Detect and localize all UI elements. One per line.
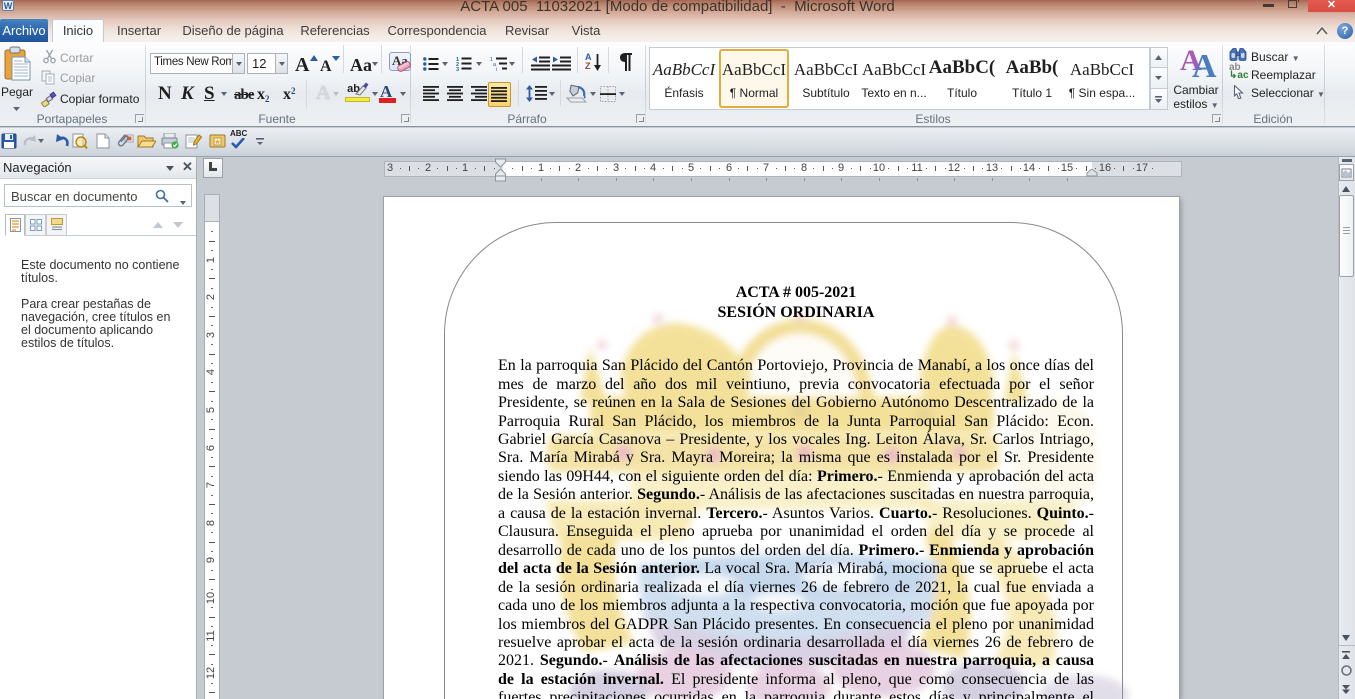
svg-text:i: i (496, 67, 497, 71)
svg-text:3: 3 (456, 67, 459, 71)
